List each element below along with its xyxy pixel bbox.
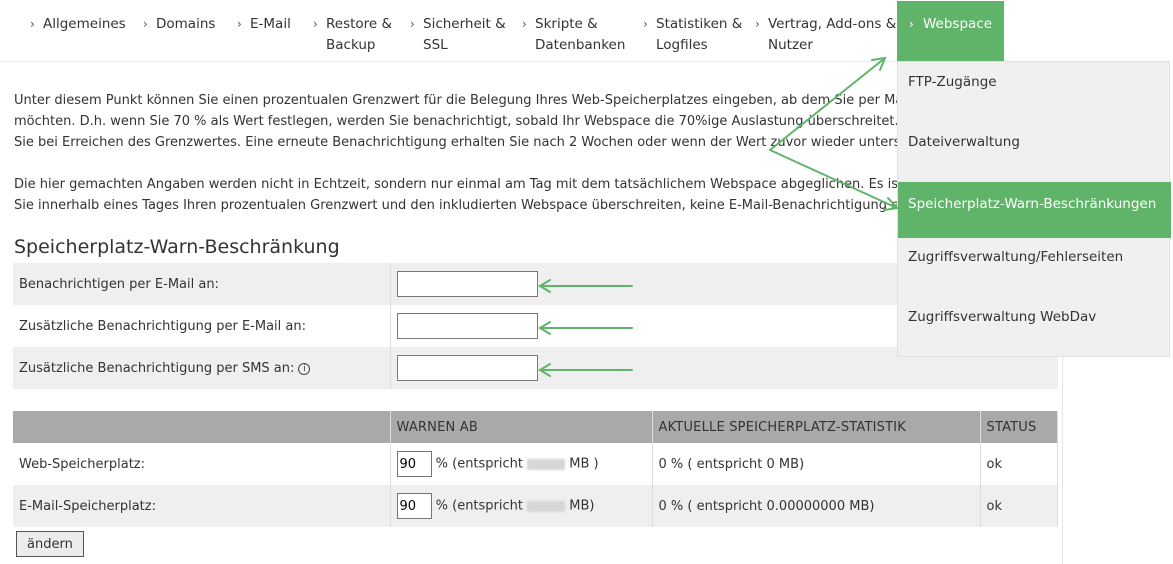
- nav-item-skripte-datenbanken[interactable]: › Skripte & Datenbanken: [522, 14, 626, 56]
- nav-item-domains[interactable]: › Domains: [143, 14, 216, 35]
- column-header-stat: AKTUELLE SPEICHERPLATZ-STATISTIK: [652, 411, 981, 443]
- chevron-right-icon: ›: [909, 17, 914, 31]
- nav-label: Webspace: [923, 16, 993, 32]
- nav-label-line2: Logfiles: [656, 37, 708, 53]
- section-title: Speicherplatz-Warn-Beschränkung: [14, 236, 340, 258]
- column-header-status: STATUS: [980, 411, 1058, 443]
- stat-cell: 0 % ( entspricht 0 MB): [652, 443, 981, 485]
- storage-stats-table: WARNEN AB AKTUELLE SPEICHERPLATZ-STATIST…: [13, 411, 1058, 527]
- chevron-right-icon: ›: [755, 17, 760, 31]
- row-name: E-Mail-Speicherplatz:: [13, 485, 391, 527]
- chevron-right-icon: ›: [30, 17, 35, 31]
- chevron-right-icon: ›: [143, 17, 148, 31]
- sms-label-cell: Zusätzliche Benachrichtigung per SMS an:…: [13, 347, 391, 389]
- chevron-right-icon: ›: [522, 17, 527, 31]
- top-navigation: › Allgemeines › Domains › E-Mail › Restore &…: [0, 0, 1063, 62]
- sms-label: Zusätzliche Benachrichtigung per SMS an:: [19, 360, 295, 376]
- column-header-warn: WARNEN AB: [390, 411, 653, 443]
- email-field[interactable]: [396, 271, 538, 297]
- table-header-row: WARNEN AB AKTUELLE SPEICHERPLATZ-STATIST…: [13, 411, 1058, 443]
- nav-label: Allgemeines: [43, 16, 126, 32]
- intro-line: möchten. D.h. wenn Sie 70 % als Wert fes…: [14, 114, 958, 129]
- nav-label-line2: Backup: [326, 37, 376, 53]
- nav-item-restore-backup[interactable]: › Restore & Backup: [313, 14, 393, 56]
- nav-label: Restore &: [326, 16, 393, 32]
- nav-item-statistiken-logfiles[interactable]: › Statistiken & Logfiles: [643, 14, 743, 56]
- chevron-right-icon: ›: [237, 17, 242, 31]
- nav-label: Sicherheit &: [423, 16, 506, 32]
- status-cell: ok: [980, 443, 1058, 485]
- sms-field[interactable]: [396, 355, 538, 381]
- dropdown-item-zugriffsverwaltung-webdav[interactable]: Zugriffsverwaltung WebDav: [898, 309, 1171, 325]
- info-icon[interactable]: i: [298, 362, 311, 375]
- intro-line: Unter diesem Punkt können Sie einen proz…: [14, 93, 948, 108]
- email2-label: Zusätzliche Benachrichtigung per E-Mail …: [13, 305, 391, 347]
- nav-item-email[interactable]: › E-Mail: [237, 14, 291, 35]
- warn-unit: MB ): [569, 456, 599, 472]
- redacted-value: [527, 458, 566, 470]
- nav-label: E-Mail: [250, 16, 291, 32]
- nav-label-line2: Nutzer: [768, 37, 813, 53]
- nav-label: Skripte &: [535, 16, 598, 32]
- table-row: Web-Speicherplatz: % (entspricht MB ) 0 …: [13, 443, 1058, 485]
- status-cell: ok: [980, 485, 1058, 527]
- nav-label: Vertrag, Add-ons &: [768, 16, 897, 32]
- column-header-name: [13, 411, 391, 443]
- dropdown-item-dateiverwaltung[interactable]: Dateiverwaltung: [898, 134, 1171, 150]
- web-warn-percent-input[interactable]: [396, 451, 432, 477]
- warn-unit: MB): [569, 498, 595, 514]
- intro-line: Die hier gemachten Angaben werden nicht …: [14, 177, 944, 192]
- nav-label-line2: Datenbanken: [535, 37, 626, 53]
- warn-cell: % (entspricht MB): [390, 485, 653, 527]
- nav-item-sicherheit-ssl[interactable]: › Sicherheit & SSL: [410, 14, 506, 56]
- webspace-dropdown-menu: FTP-Zugänge Dateiverwaltung Speicherplat…: [897, 61, 1171, 357]
- email-warn-percent-input[interactable]: [396, 493, 432, 519]
- intro-line: Sie bei Erreichen des Grenzwertes. Eine …: [14, 135, 943, 150]
- chevron-right-icon: ›: [313, 17, 318, 31]
- dropdown-item-zugriffsverwaltung-fehlerseiten[interactable]: Zugriffsverwaltung/Fehlerseiten: [898, 249, 1171, 265]
- row-name: Web-Speicherplatz:: [13, 443, 391, 485]
- warn-text: % (entspricht: [435, 456, 523, 472]
- redacted-value: [527, 500, 566, 512]
- change-button[interactable]: ändern: [16, 531, 84, 557]
- nav-item-allgemeines[interactable]: › Allgemeines: [30, 14, 126, 35]
- chevron-right-icon: ›: [410, 17, 415, 31]
- nav-label-line2: SSL: [423, 37, 448, 53]
- email2-field[interactable]: [396, 313, 538, 339]
- warn-text: % (entspricht: [435, 498, 523, 514]
- nav-item-vertrag-addons[interactable]: › Vertrag, Add-ons & Nutzer: [755, 14, 897, 56]
- chevron-right-icon: ›: [643, 17, 648, 31]
- stat-cell: 0 % ( entspricht 0.00000000 MB): [652, 485, 981, 527]
- email-label: Benachrichtigen per E-Mail an:: [13, 263, 391, 305]
- nav-label: Domains: [156, 16, 216, 32]
- warn-cell: % (entspricht MB ): [390, 443, 653, 485]
- dropdown-item-speicherplatz-warn[interactable]: Speicherplatz-Warn-Beschränkungen: [898, 182, 1171, 238]
- nav-label: Statistiken &: [656, 16, 743, 32]
- nav-item-webspace[interactable]: › Webspace: [897, 1, 1005, 61]
- intro-line: Sie innerhalb eines Tages Ihren prozentu…: [14, 198, 938, 213]
- table-row: E-Mail-Speicherplatz: % (entspricht MB) …: [13, 485, 1058, 527]
- dropdown-item-ftp[interactable]: FTP-Zugänge: [898, 74, 1171, 90]
